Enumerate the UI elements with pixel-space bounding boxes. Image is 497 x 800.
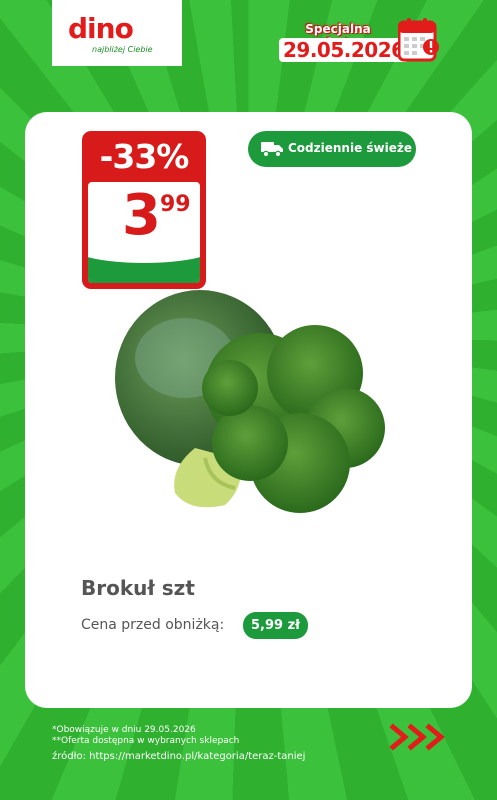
promo-date: 29.05.2026 [279, 38, 409, 62]
product-name: Brokuł szt [81, 576, 195, 600]
logo-wordmark: dino [68, 12, 134, 45]
price-before-badge: 5,99 zł [243, 612, 308, 639]
source-link[interactable]: źródło: https://marketdino.pl/kategoria/… [52, 751, 305, 762]
price-panel: 3 99 [88, 182, 200, 283]
calendar-alert-icon [398, 18, 439, 62]
delivery-truck-icon [261, 142, 283, 158]
triple-chevron-right-icon[interactable] [388, 722, 448, 752]
price-before-label: Cena przed obniżką: [81, 617, 225, 633]
price-badge: -33% 3 99 [82, 131, 206, 289]
fresh-daily-label: Codziennie świeże [288, 141, 412, 155]
broccoli-image [115, 290, 385, 513]
footnote-availability: **Oferta dostępna w wybranych sklepach [52, 736, 240, 746]
footnote-validity: *Obowiązuje w dniu 29.05.2026 [52, 725, 196, 735]
price-cents: 99 [160, 192, 191, 217]
fresh-daily-badge: Codziennie świeże [248, 131, 416, 167]
dino-logo[interactable]: dino najbliżej Ciebie [52, 0, 182, 66]
price-whole: 3 [122, 183, 161, 248]
discount-label: -33% [99, 137, 190, 176]
logo-tagline: najbliżej Ciebie [92, 45, 153, 54]
